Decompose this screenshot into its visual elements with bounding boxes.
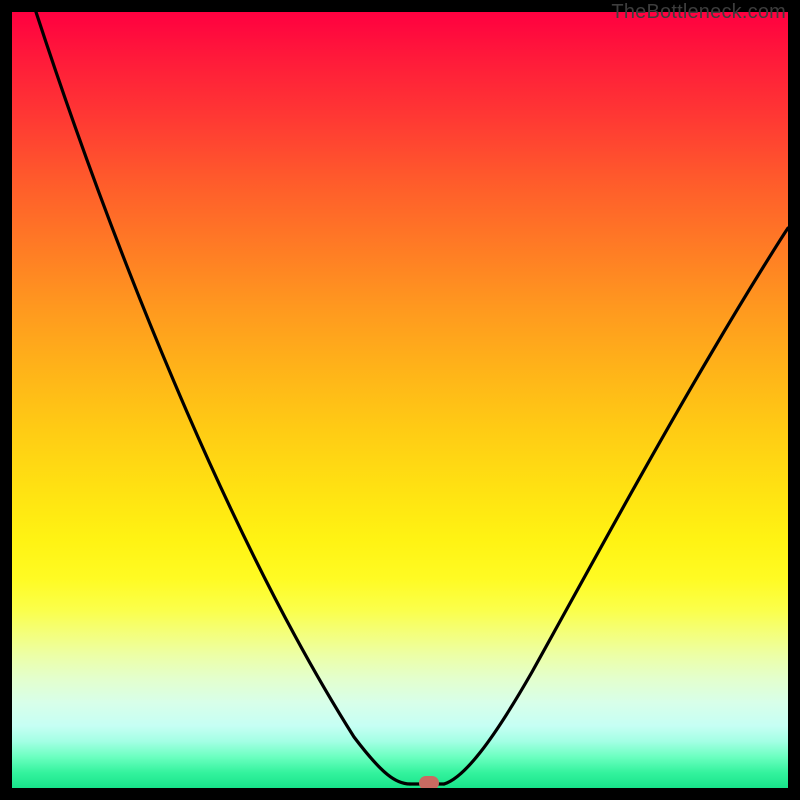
watermark-text: TheBottleneck.com — [611, 1, 786, 24]
plot-area — [12, 12, 788, 788]
chart-frame: TheBottleneck.com — [0, 0, 800, 800]
optimum-marker — [419, 776, 439, 788]
curve-right-branch — [444, 228, 788, 784]
curve-layer — [12, 12, 788, 788]
curve-left-branch — [36, 12, 410, 784]
